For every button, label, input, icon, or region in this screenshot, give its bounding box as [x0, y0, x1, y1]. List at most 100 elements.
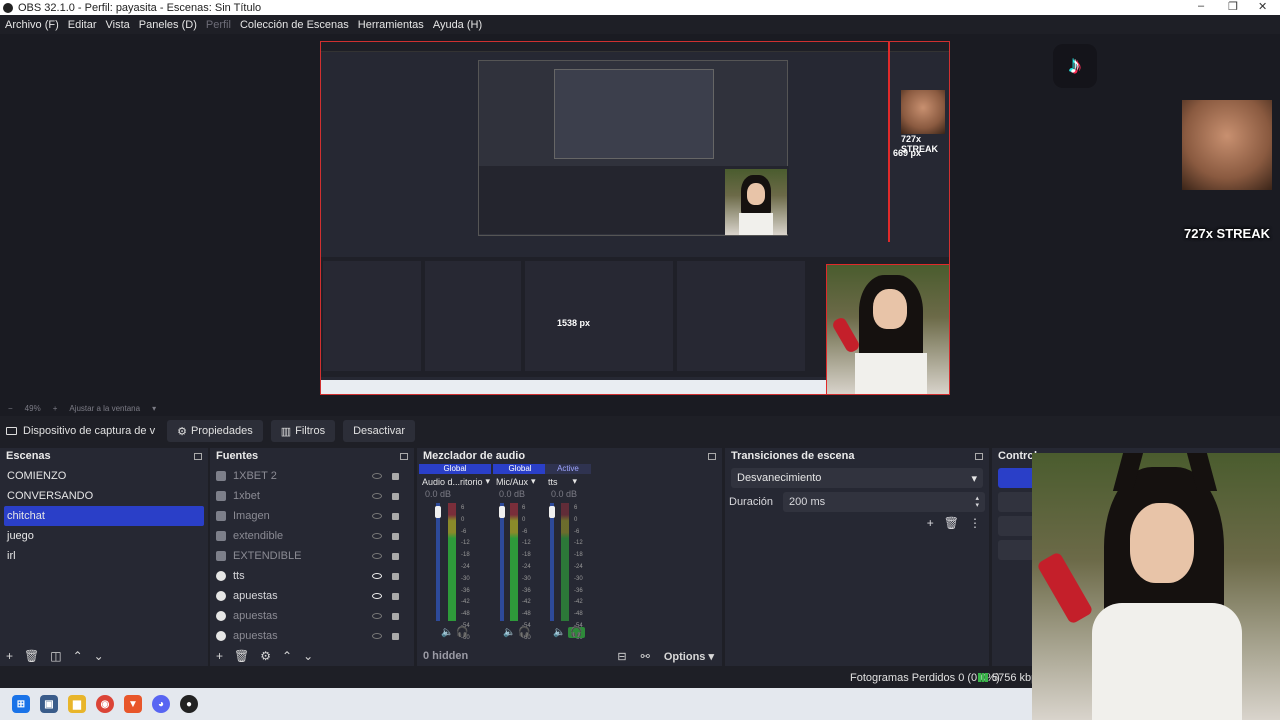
nested-screen-capture[interactable]: 727x STREAK 669 px 1538 px — [320, 41, 950, 395]
source-label: Imagen — [233, 510, 270, 522]
undock-icon[interactable] — [975, 452, 983, 460]
maximize-button[interactable]: ❐ — [1228, 0, 1238, 13]
preview-canvas[interactable]: 727x STREAK 669 px 1538 px ♪ 727x STREAK — [0, 34, 1280, 400]
add-scene-button[interactable]: + — [6, 649, 13, 663]
lock-icon[interactable] — [392, 632, 399, 640]
add-transition-button[interactable]: + — [927, 516, 934, 530]
undock-icon[interactable] — [194, 452, 202, 460]
filter-icon: ▥ — [280, 425, 292, 438]
move-down-button[interactable]: ⌄ — [303, 649, 313, 663]
source-item[interactable]: apuestas — [210, 586, 414, 606]
headphones-icon[interactable]: 🎧 — [456, 627, 468, 638]
zoom-out-button[interactable]: − — [8, 404, 13, 413]
menu-archivo[interactable]: Archivo (F) — [5, 19, 59, 31]
channel-name-dropdown[interactable]: tts ▾ — [545, 474, 591, 489]
minimize-button[interactable]: – — [1198, 0, 1204, 12]
layout-icon[interactable]: ⊟ — [617, 650, 626, 663]
menu-herramientas[interactable]: Herramientas — [358, 19, 424, 31]
speaker-icon[interactable]: 🔈 — [441, 627, 453, 638]
close-button[interactable]: ✕ — [1258, 0, 1267, 13]
menu-editar[interactable]: Editar — [68, 19, 97, 31]
scene-item-conversando[interactable]: CONVERSANDO — [0, 486, 208, 506]
remove-scene-button[interactable]: 🗑 — [24, 649, 39, 663]
chrome-icon[interactable]: ◉ — [96, 695, 114, 713]
source-item[interactable]: 1XBET 2 — [210, 466, 414, 486]
menu-perfil[interactable]: Perfil — [206, 19, 231, 31]
source-properties-button[interactable]: ⚙ — [260, 649, 271, 663]
source-item[interactable]: tts — [210, 566, 414, 586]
source-item[interactable]: 1xbet — [210, 486, 414, 506]
move-up-button[interactable]: ⌃ — [282, 649, 292, 663]
deactivate-button[interactable]: Desactivar — [343, 420, 416, 442]
visibility-off-icon[interactable] — [372, 613, 382, 619]
more-options-icon[interactable]: ⋮ — [969, 516, 981, 530]
headphones-active-icon[interactable]: 🎧 — [568, 627, 585, 638]
lock-icon[interactable] — [392, 512, 399, 520]
zoom-in-button[interactable]: + — [53, 404, 58, 413]
speaker-icon[interactable]: 🔈 — [553, 627, 565, 638]
lock-icon[interactable] — [392, 552, 399, 560]
scene-item-juego[interactable]: juego — [0, 526, 208, 546]
visibility-on-icon[interactable] — [372, 573, 382, 579]
menu-vista[interactable]: Vista — [106, 19, 130, 31]
discord-icon[interactable]: ◕ — [152, 695, 170, 713]
headphones-icon[interactable]: 🎧 — [518, 627, 530, 638]
source-item[interactable]: apuestas — [210, 606, 414, 626]
visibility-off-icon[interactable] — [372, 633, 382, 639]
channel-volume-db: 0.0 dB — [425, 489, 452, 499]
scene-item-chitchat[interactable]: chitchat — [4, 506, 204, 526]
undock-icon[interactable] — [400, 452, 408, 460]
visibility-off-icon[interactable] — [372, 513, 382, 519]
properties-button[interactable]: ⚙ Propiedades — [167, 420, 263, 442]
transition-select[interactable]: Desvanecimiento ▾ — [731, 468, 983, 488]
zoom-fit-button[interactable]: Ajustar a la ventana — [69, 404, 140, 413]
file-explorer-icon[interactable]: ▆ — [68, 695, 86, 713]
obs-icon[interactable]: ● — [180, 695, 198, 713]
task-view-icon[interactable]: ▣ — [40, 695, 58, 713]
zoom-dropdown-icon[interactable]: ▾ — [152, 404, 156, 413]
channel-name-dropdown[interactable]: Mic/Aux ▾ — [493, 474, 547, 489]
lock-icon[interactable] — [392, 472, 399, 480]
menu-paneles[interactable]: Paneles (D) — [139, 19, 197, 31]
volume-fader[interactable] — [435, 506, 441, 518]
windows-start-icon[interactable]: ⊞ — [12, 695, 30, 713]
lock-icon[interactable] — [392, 612, 399, 620]
move-down-button[interactable]: ⌄ — [94, 649, 104, 663]
menu-ayuda[interactable]: Ayuda (H) — [433, 19, 482, 31]
menu-coleccion-escenas[interactable]: Colección de Escenas — [240, 19, 349, 31]
link-icon[interactable]: ⚯ — [641, 650, 650, 663]
volume-fader[interactable] — [549, 506, 555, 518]
source-item[interactable]: extendible — [210, 526, 414, 546]
visibility-off-icon[interactable] — [372, 493, 382, 499]
undock-icon[interactable] — [708, 452, 716, 460]
source-item[interactable]: apuestas — [210, 626, 414, 646]
brave-icon[interactable]: ▼ — [124, 695, 142, 713]
visibility-off-icon[interactable] — [372, 533, 382, 539]
lock-icon[interactable] — [392, 532, 399, 540]
options-label: Options — [663, 650, 706, 663]
lock-icon[interactable] — [392, 492, 399, 500]
duration-spinbox[interactable]: 200 ms ▴ ▾ — [783, 492, 985, 512]
add-source-button[interactable]: + — [216, 649, 223, 663]
nested-webcam-selected[interactable] — [826, 264, 949, 394]
lock-icon[interactable] — [392, 592, 399, 600]
lock-icon[interactable] — [392, 572, 399, 580]
mixer-options-button[interactable]: Options ▾ — [664, 650, 714, 663]
scene-item-comienzo[interactable]: COMIENZO — [0, 466, 208, 486]
scene-filters-button[interactable]: ◫ — [50, 649, 61, 663]
source-item[interactable]: Imagen — [210, 506, 414, 526]
visibility-off-icon[interactable] — [372, 553, 382, 559]
visibility-on-icon[interactable] — [372, 593, 382, 599]
remove-transition-button[interactable]: 🗑 — [944, 516, 959, 530]
filters-button[interactable]: ▥ Filtros — [270, 420, 336, 442]
source-item[interactable]: EXTENDIBLE — [210, 546, 414, 566]
meter-tick-label: 0 — [574, 516, 578, 523]
scene-item-irl[interactable]: irl — [0, 546, 208, 566]
remove-source-button[interactable]: 🗑 — [234, 649, 249, 663]
speaker-icon[interactable]: 🔈 — [503, 627, 515, 638]
spin-arrows-icon[interactable]: ▴ ▾ — [975, 495, 979, 509]
channel-name-dropdown[interactable]: Audio d...ritorio ▾ — [419, 474, 491, 489]
move-up-button[interactable]: ⌃ — [73, 649, 83, 663]
visibility-off-icon[interactable] — [372, 473, 382, 479]
volume-fader[interactable] — [499, 506, 505, 518]
